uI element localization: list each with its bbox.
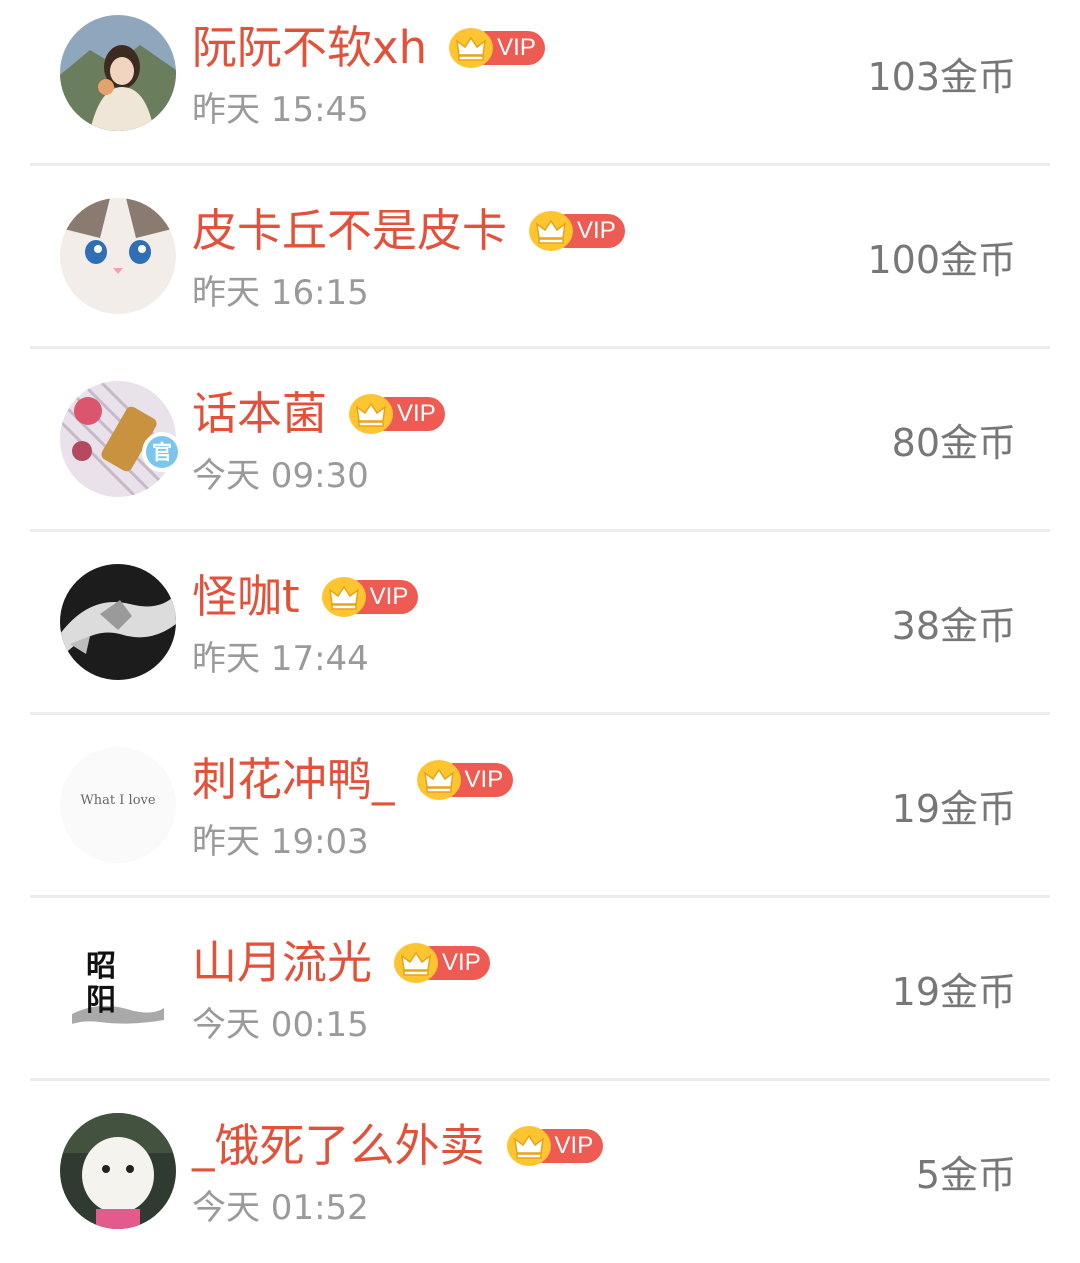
user-name[interactable]: 阮阮不软xh bbox=[192, 18, 427, 78]
timestamp: 今天 01:52 bbox=[192, 1188, 369, 1228]
name-line: 刺花冲鸭_ VIP bbox=[192, 750, 513, 810]
avatar[interactable] bbox=[60, 564, 176, 680]
user-name[interactable]: 话本菌 bbox=[192, 384, 327, 444]
coin-amount: 100金币 bbox=[867, 238, 1016, 282]
user-name[interactable]: _饿死了么外卖 bbox=[192, 1116, 485, 1176]
crown-icon bbox=[506, 1126, 551, 1166]
list-item[interactable]: 皮卡丘不是皮卡 VIP 昨天 16:15 100金币 bbox=[30, 165, 1050, 348]
crown-icon bbox=[529, 211, 574, 251]
name-line: 话本菌 VIP bbox=[192, 384, 446, 444]
vip-badge: VIP bbox=[529, 211, 626, 251]
timestamp: 昨天 19:03 bbox=[192, 822, 369, 862]
avatar[interactable]: 昭阳 bbox=[60, 930, 176, 1046]
crown-icon bbox=[416, 760, 461, 800]
vip-label: VIP bbox=[554, 1132, 594, 1159]
user-name[interactable]: 山月流光 bbox=[192, 933, 372, 993]
user-name[interactable]: 皮卡丘不是皮卡 bbox=[192, 201, 507, 261]
list-item[interactable]: 阮阮不软xh VIP 昨天 15:45 103金币 bbox=[30, 0, 1050, 165]
timestamp: 今天 00:15 bbox=[192, 1005, 369, 1045]
timestamp: 昨天 15:45 bbox=[192, 90, 369, 130]
avatar[interactable] bbox=[60, 15, 176, 131]
name-line: 阮阮不软xh VIP bbox=[192, 18, 546, 78]
name-line: 山月流光 VIP bbox=[192, 933, 491, 993]
vip-badge: VIP bbox=[394, 943, 491, 983]
crown-icon bbox=[349, 394, 394, 434]
coin-amount: 19金币 bbox=[891, 970, 1016, 1014]
name-line: _饿死了么外卖 VIP bbox=[192, 1116, 603, 1176]
name-line: 皮卡丘不是皮卡 VIP bbox=[192, 201, 626, 261]
name-line: 怪咖t VIP bbox=[192, 567, 418, 627]
list-item[interactable]: _饿死了么外卖 VIP 今天 01:52 5金币 bbox=[30, 1080, 1050, 1263]
crown-icon bbox=[394, 943, 439, 983]
vip-label: VIP bbox=[397, 400, 436, 427]
vip-badge: VIP bbox=[506, 1126, 603, 1166]
vip-label: VIP bbox=[577, 217, 616, 244]
timestamp: 昨天 16:15 bbox=[192, 273, 369, 313]
vip-label: VIP bbox=[369, 583, 409, 610]
timestamp: 今天 09:30 bbox=[192, 456, 369, 496]
coin-amount: 103金币 bbox=[867, 55, 1016, 99]
vip-badge: VIP bbox=[321, 577, 418, 617]
list-item[interactable]: 昭阳 山月流光 VIP 今天 00:15 19金币 bbox=[30, 897, 1050, 1080]
coin-amount: 5金币 bbox=[915, 1153, 1016, 1197]
user-name[interactable]: 怪咖t bbox=[192, 567, 300, 627]
vip-badge: VIP bbox=[449, 28, 546, 68]
official-badge: 官 bbox=[142, 432, 182, 472]
avatar[interactable]: What I love bbox=[60, 747, 176, 863]
vip-label: VIP bbox=[442, 949, 481, 976]
coin-amount: 38金币 bbox=[891, 604, 1016, 648]
crown-icon bbox=[321, 577, 366, 617]
user-name[interactable]: 刺花冲鸭_ bbox=[192, 750, 395, 810]
coin-amount: 19金币 bbox=[891, 787, 1016, 831]
vip-label: VIP bbox=[464, 766, 504, 793]
avatar[interactable] bbox=[60, 1113, 176, 1229]
coin-amount: 80金币 bbox=[891, 421, 1016, 465]
vip-badge: VIP bbox=[349, 394, 446, 434]
list-item[interactable]: What I love 刺花冲鸭_ VIP 昨天 19:03 19金币 bbox=[30, 714, 1050, 897]
avatar[interactable] bbox=[60, 198, 176, 314]
vip-badge: VIP bbox=[416, 760, 513, 800]
vip-label: VIP bbox=[497, 34, 536, 61]
list-item[interactable]: 官 话本菌 VIP 今天 09:30 80金币 bbox=[30, 348, 1050, 531]
timestamp: 昨天 17:44 bbox=[192, 639, 369, 679]
crown-icon bbox=[449, 28, 494, 68]
list-item[interactable]: 怪咖t VIP 昨天 17:44 38金币 bbox=[30, 531, 1050, 714]
